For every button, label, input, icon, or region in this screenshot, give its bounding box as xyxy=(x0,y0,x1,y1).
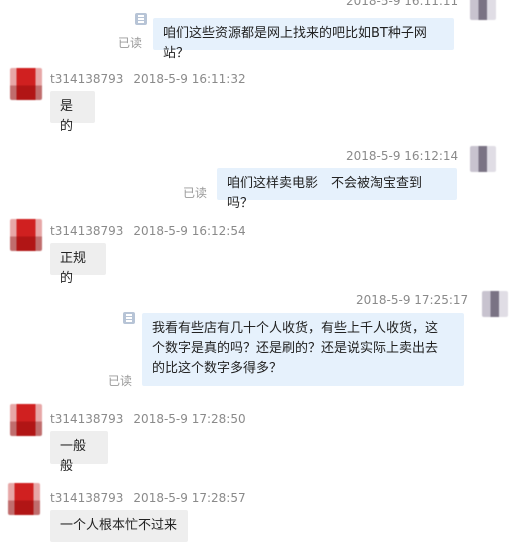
avatar[interactable] xyxy=(470,146,496,172)
message-text-line: 的比这个数字多得多？ xyxy=(152,361,283,376)
message-text-line: 个数字是真的吗？还是刷的？还是说实际上卖出去 xyxy=(152,341,439,356)
message-bubble: 一个人根本忙不过来 xyxy=(50,510,188,542)
message-text-line: 我看有些店有几十个人收货，有些上千人收货，这 xyxy=(152,321,439,336)
avatar[interactable] xyxy=(10,404,42,436)
read-status: 已读 xyxy=(183,186,208,200)
message-text: 一般般 xyxy=(60,439,87,474)
message-meta: t314138793 2018-5-9 17:28:57 xyxy=(50,491,246,505)
sender-name: t314138793 xyxy=(50,412,124,426)
message-meta: t314138793 2018-5-9 16:12:54 xyxy=(50,224,246,238)
message-text: 咱们这样卖电影 不会被淘宝查到吗？ xyxy=(227,176,423,211)
message-timestamp: 2018-5-9 16:11:32 xyxy=(133,72,246,86)
message-timestamp: 2018-5-9 16:12:54 xyxy=(133,224,246,238)
message-meta: t314138793 2018-5-9 17:28:50 xyxy=(50,412,246,426)
message-text: 咱们这些资源都是网上找来的吧比如BT种子网站？ xyxy=(163,26,427,61)
message-timestamp: 2018-5-9 16:11:11 xyxy=(346,0,459,8)
avatar[interactable] xyxy=(8,483,40,515)
message-bubble: 是的 xyxy=(50,91,95,134)
message-bubble: 我看有些店有几十个人收货，有些上千人收货，这 个数字是真的吗？还是刷的？还是说实… xyxy=(142,313,464,386)
message-timestamp: 2018-5-9 17:28:50 xyxy=(133,412,246,426)
sender-name: t314138793 xyxy=(50,491,124,505)
message-timestamp: 2018-5-9 16:12:14 xyxy=(346,149,459,163)
message-timestamp: 2018-5-9 17:25:17 xyxy=(356,293,469,307)
avatar[interactable] xyxy=(470,0,496,20)
message-menu-icon[interactable] xyxy=(123,312,135,324)
read-status: 已读 xyxy=(108,374,133,388)
sender-name: t314138793 xyxy=(50,72,124,86)
avatar[interactable] xyxy=(482,291,508,317)
message-bubble: 正规的 xyxy=(50,243,106,286)
message-text: 是的 xyxy=(60,99,74,134)
message-meta: t314138793 2018-5-9 16:11:32 xyxy=(50,72,246,86)
message-timestamp: 2018-5-9 17:28:57 xyxy=(133,491,246,505)
message-bubble: 一般般 xyxy=(50,431,108,474)
message-bubble: 咱们这样卖电影 不会被淘宝查到吗？ xyxy=(217,168,457,211)
sender-name: t314138793 xyxy=(50,224,124,238)
message-text: 一个人根本忙不过来 xyxy=(60,518,178,533)
avatar[interactable] xyxy=(10,68,42,100)
read-status: 已读 xyxy=(118,36,143,50)
avatar[interactable] xyxy=(10,219,42,251)
message-bubble: 咱们这些资源都是网上找来的吧比如BT种子网站？ xyxy=(153,18,454,61)
message-text: 正规的 xyxy=(60,251,87,286)
message-menu-icon[interactable] xyxy=(135,13,147,25)
